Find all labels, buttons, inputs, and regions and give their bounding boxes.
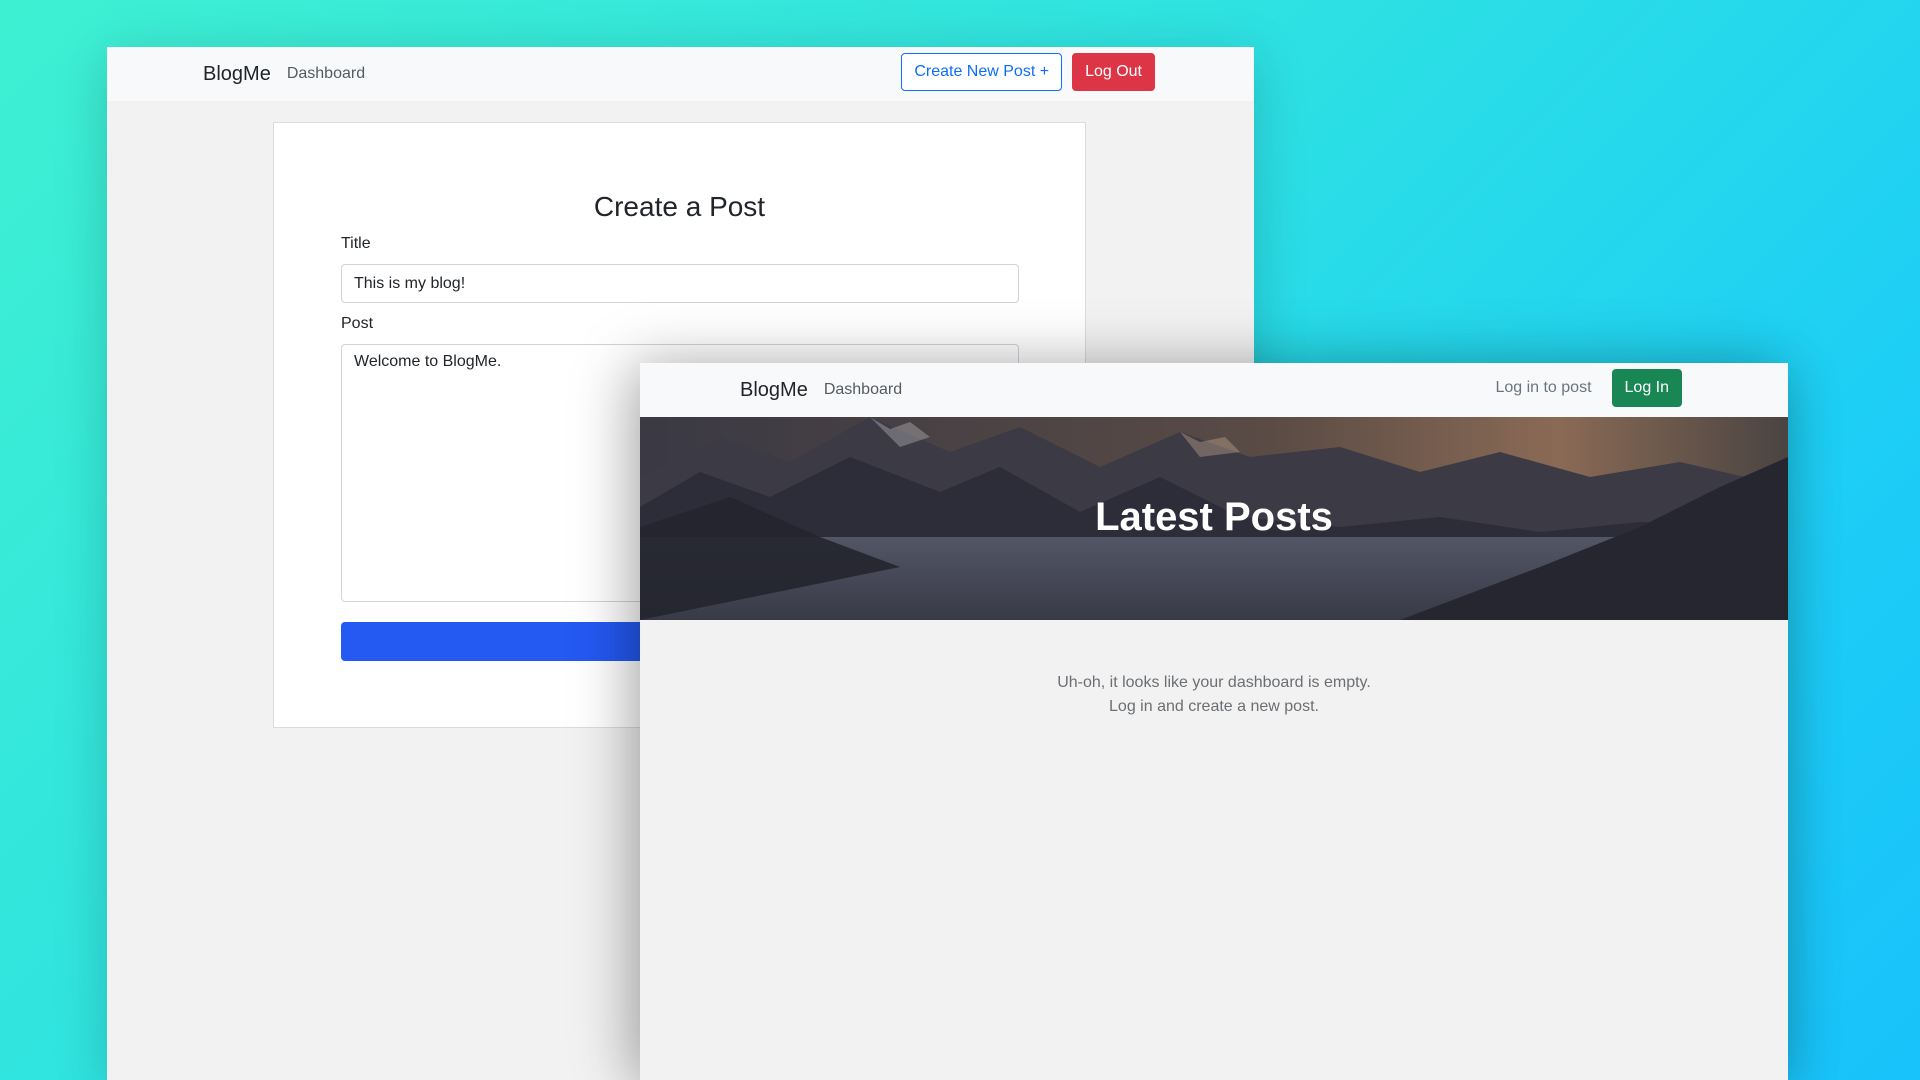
navbar-actions: Log in to post Log In: [1495, 369, 1682, 407]
login-button[interactable]: Log In: [1611, 369, 1682, 407]
empty-state-message: Uh-oh, it looks like your dashboard is e…: [640, 671, 1788, 719]
empty-state-line: Uh-oh, it looks like your dashboard is e…: [1057, 674, 1371, 691]
form-heading: Create a Post: [593, 191, 766, 222]
title-input[interactable]: [341, 264, 1019, 303]
navbar: BlogMe Dashboard Log in to post Log In: [640, 363, 1788, 417]
title-label: Title: [341, 235, 371, 252]
post-label: Post: [341, 315, 374, 332]
logout-button[interactable]: Log Out: [1072, 53, 1155, 91]
latest-posts-window: BlogMe Dashboard Log in to post Log In L…: [640, 363, 1788, 1080]
create-new-post-button[interactable]: Create New Post +: [901, 53, 1063, 91]
empty-state-line: Log in and create a new post.: [1109, 698, 1319, 715]
brand-logo[interactable]: BlogMe: [203, 63, 271, 86]
hero-title: Latest Posts: [1095, 495, 1333, 539]
nav-dashboard-link[interactable]: Dashboard: [287, 65, 365, 83]
navbar-actions: Create New Post + Log Out: [901, 53, 1155, 91]
hero-banner: Latest Posts: [640, 417, 1788, 620]
login-to-post-link[interactable]: Log in to post: [1495, 379, 1591, 397]
navbar: BlogMe Dashboard Create New Post + Log O…: [107, 47, 1254, 101]
nav-dashboard-link[interactable]: Dashboard: [824, 381, 902, 399]
brand-logo[interactable]: BlogMe: [740, 379, 808, 402]
